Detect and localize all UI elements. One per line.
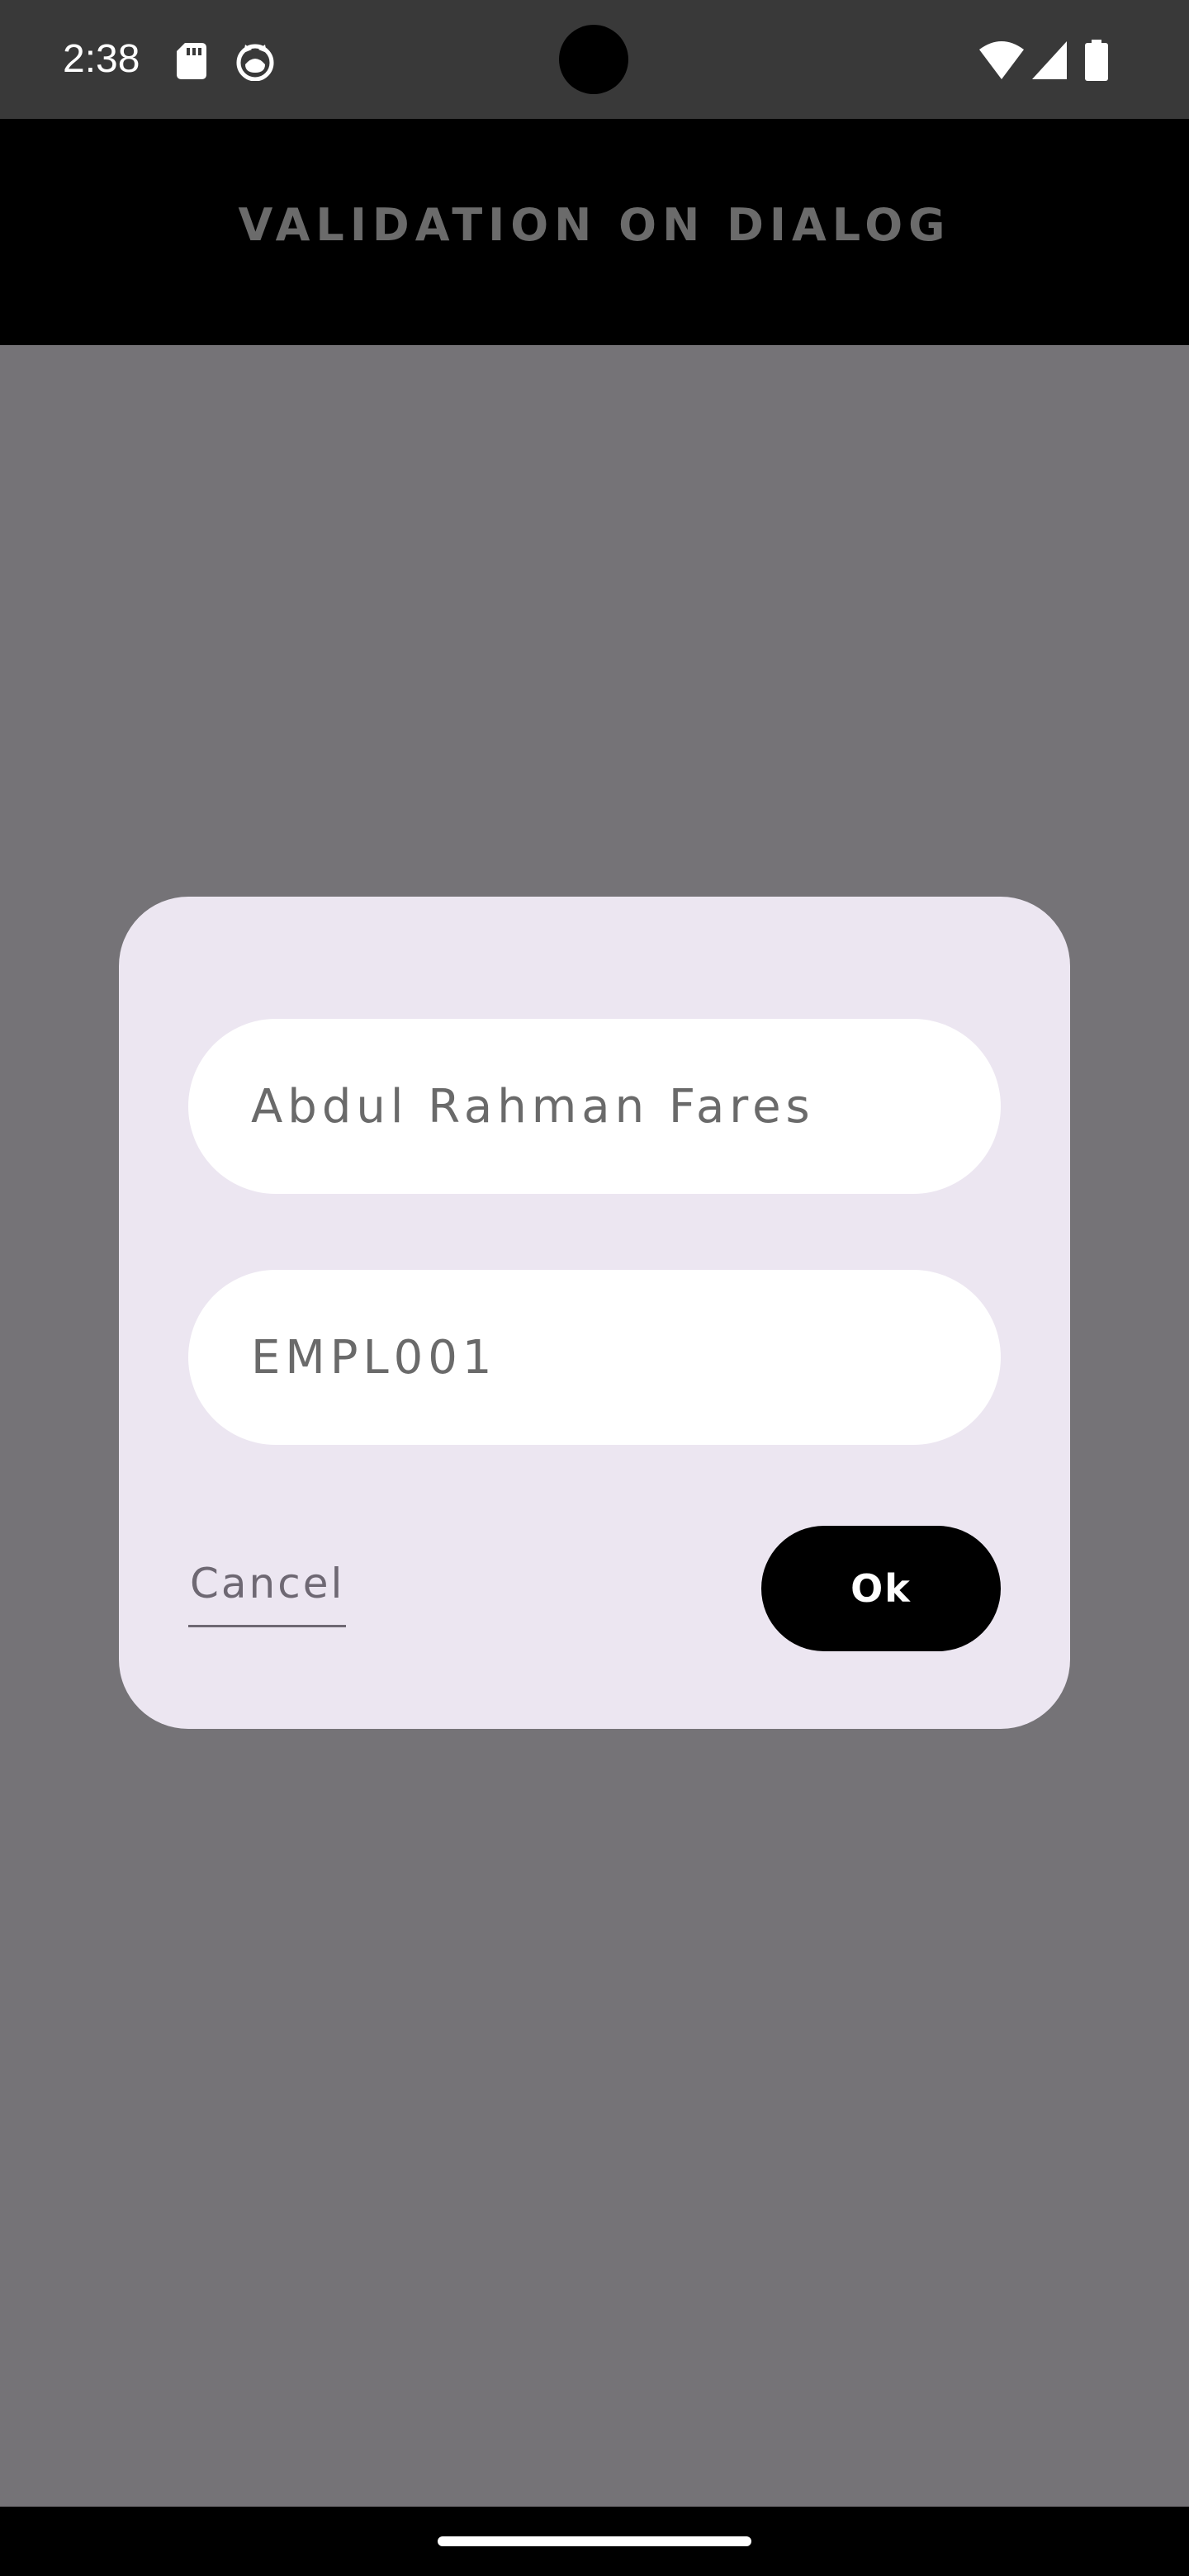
ok-button[interactable]: Ok bbox=[761, 1526, 1001, 1651]
battery-icon bbox=[1085, 40, 1108, 81]
cat-face-icon bbox=[236, 44, 274, 81]
cancel-button[interactable]: Cancel bbox=[188, 1549, 347, 1627]
validation-dialog: Cancel Ok bbox=[119, 897, 1070, 1729]
app-bar: VALIDATION ON DIALOG bbox=[0, 119, 1189, 345]
status-bar: 2:38 bbox=[0, 0, 1189, 119]
sd-card-icon bbox=[177, 43, 206, 79]
wifi-icon bbox=[979, 41, 1024, 79]
cell-signal-icon bbox=[1032, 41, 1067, 79]
home-indicator[interactable] bbox=[438, 2536, 751, 2546]
employee-id-field[interactable] bbox=[188, 1270, 1001, 1445]
navigation-bar bbox=[0, 2507, 1189, 2576]
employee-name-field[interactable] bbox=[188, 1019, 1001, 1194]
page-title: VALIDATION ON DIALOG bbox=[238, 199, 951, 251]
camera-cutout bbox=[559, 25, 628, 94]
status-time: 2:38 bbox=[63, 37, 140, 81]
